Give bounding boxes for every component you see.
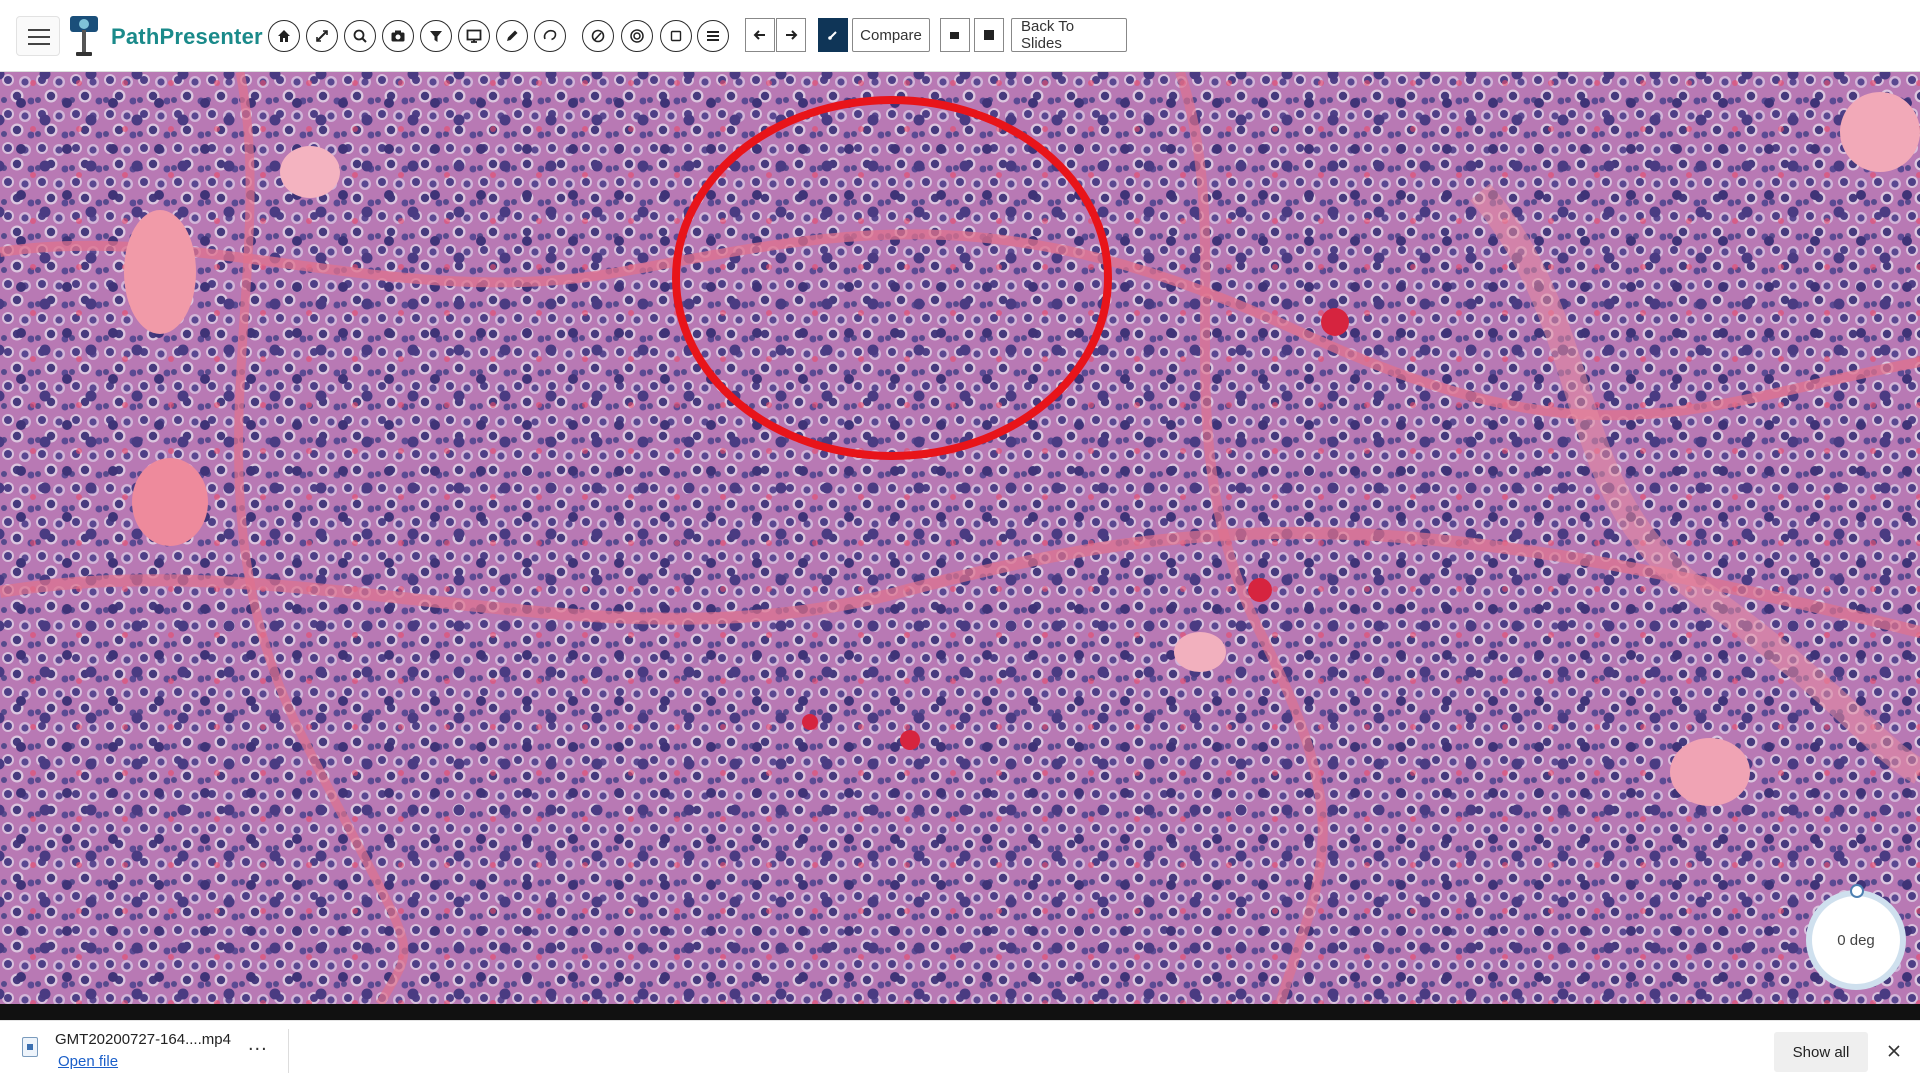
lasso-icon bbox=[543, 29, 557, 41]
rotation-dial[interactable]: 0 deg bbox=[1806, 890, 1906, 990]
more-options-button[interactable]: ... bbox=[248, 1033, 268, 1056]
arrow-right-icon bbox=[786, 30, 798, 40]
split-pane-icon bbox=[984, 30, 994, 40]
pathpresenter-logo-icon bbox=[66, 14, 102, 58]
home-icon bbox=[278, 30, 290, 42]
show-all-button[interactable]: Show all bbox=[1774, 1032, 1868, 1072]
divider bbox=[288, 1029, 289, 1073]
zoom-button[interactable] bbox=[344, 20, 376, 52]
lasso-button[interactable] bbox=[534, 20, 566, 52]
measure-icon bbox=[316, 30, 328, 42]
menu-icon[interactable] bbox=[16, 16, 60, 56]
pen-icon bbox=[507, 30, 518, 41]
top-toolbar: PathPresenter Compare Back To Slides bbox=[0, 0, 1920, 72]
back-to-slides-button[interactable]: Back To Slides bbox=[1011, 18, 1127, 52]
filter-icon bbox=[430, 31, 442, 42]
rotation-label: 0 deg bbox=[1837, 931, 1875, 949]
square-button[interactable] bbox=[660, 20, 692, 52]
monitor-icon bbox=[466, 29, 482, 43]
compare-button[interactable]: Compare bbox=[852, 18, 930, 52]
download-file-name[interactable]: GMT20200727-164....mp4 bbox=[55, 1031, 231, 1048]
camera-button[interactable] bbox=[382, 20, 414, 52]
close-icon[interactable] bbox=[1882, 1039, 1906, 1063]
single-pane-icon bbox=[950, 32, 959, 39]
next-slide-button[interactable] bbox=[776, 18, 806, 52]
video-file-icon bbox=[22, 1037, 38, 1057]
draw-circle-icon bbox=[591, 29, 605, 43]
pen-button[interactable] bbox=[496, 20, 528, 52]
square-icon bbox=[670, 30, 682, 42]
rotation-handle[interactable] bbox=[1850, 884, 1864, 898]
slide-viewer[interactable]: 0 deg bbox=[0, 72, 1920, 1004]
download-shelf: GMT20200727-164....mp4 Open file ... Sho… bbox=[0, 1020, 1920, 1080]
layout-split-button[interactable] bbox=[974, 18, 1004, 52]
arrow-left-icon bbox=[753, 30, 765, 40]
red-ellipse-annotation[interactable] bbox=[672, 96, 1112, 460]
list-button[interactable] bbox=[697, 20, 729, 52]
sync-button[interactable] bbox=[818, 18, 848, 52]
camera-icon bbox=[391, 30, 405, 42]
concentric-circle-icon bbox=[630, 29, 644, 43]
filter-button[interactable] bbox=[420, 20, 452, 52]
draw-circle-button[interactable] bbox=[582, 20, 614, 52]
home-button[interactable] bbox=[268, 20, 300, 52]
link-icon bbox=[828, 31, 837, 40]
list-icon bbox=[707, 31, 719, 41]
concentric-circle-button[interactable] bbox=[621, 20, 653, 52]
zoom-icon bbox=[353, 29, 367, 43]
app-name: PathPresenter bbox=[111, 24, 263, 49]
measure-button[interactable] bbox=[306, 20, 338, 52]
previous-slide-button[interactable] bbox=[745, 18, 775, 52]
layout-single-button[interactable] bbox=[940, 18, 970, 52]
video-bottom-bar bbox=[0, 1004, 1920, 1020]
monitor-button[interactable] bbox=[458, 20, 490, 52]
open-file-link[interactable]: Open file bbox=[58, 1053, 118, 1070]
